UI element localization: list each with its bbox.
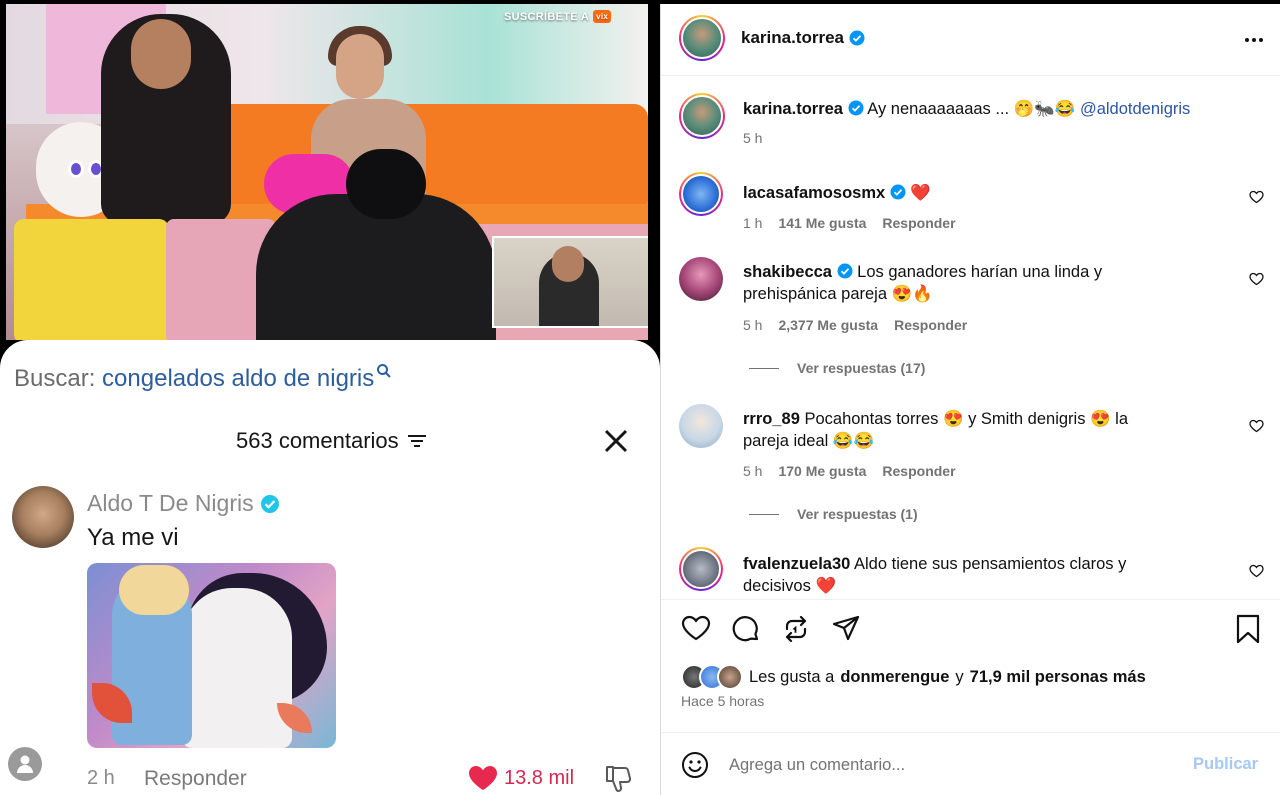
comment-text: Ya me vi [87, 524, 179, 551]
comments-list: karina.torrea Ay nenaaaaaaas ... 🤭🐜😂 @al… [661, 76, 1280, 599]
comment-author[interactable]: shakibecca [743, 263, 832, 281]
likes-summary: Les gusta a donmerengue y 71,9 mil perso… [681, 664, 1146, 690]
avatar[interactable] [679, 93, 725, 139]
comment-time: 1 h [743, 215, 763, 231]
comment-likes[interactable]: 141 Me gusta [778, 215, 866, 231]
comment-author[interactable]: rrro_89 [743, 410, 800, 428]
like-heart-icon[interactable] [681, 614, 711, 642]
heart-icon[interactable] [1249, 272, 1264, 286]
caption-text: Ay nenaaaaaaas ... 🤭🐜😂 [867, 100, 1076, 118]
share-send-icon[interactable] [831, 614, 861, 644]
likes-count[interactable]: 71,9 mil personas más [970, 668, 1146, 687]
more-options-icon[interactable] [1245, 38, 1263, 42]
bookmark-icon[interactable] [1235, 614, 1261, 644]
view-replies-button[interactable]: Ver respuestas (17) [749, 360, 925, 376]
comment-time: 5 h [743, 317, 763, 333]
mention-link[interactable]: @aldotdenigris [1080, 100, 1190, 118]
post-header: karina.torrea [661, 4, 1280, 76]
verified-icon [890, 184, 906, 200]
yellow-cushion [14, 219, 169, 340]
post-actions: Les gusta a donmerengue y 71,9 mil perso… [661, 599, 1280, 732]
avatar[interactable] [679, 257, 723, 301]
repost-icon[interactable] [781, 614, 811, 644]
post-caption: karina.torrea Ay nenaaaaaaas ... 🤭🐜😂 @al… [743, 100, 1190, 119]
liker-username[interactable]: donmerengue [840, 668, 949, 687]
post-author[interactable]: karina.torrea [741, 28, 865, 48]
comments-count-header: 563 comentarios [236, 428, 427, 454]
verified-icon [848, 100, 864, 116]
reply-button[interactable]: Responder [144, 767, 247, 791]
comment-input[interactable] [729, 751, 1169, 779]
heart-icon[interactable] [1249, 419, 1264, 433]
user-avatar[interactable] [8, 747, 42, 781]
comment-time: 2 h [87, 767, 115, 789]
caption-author[interactable]: karina.torrea [743, 100, 843, 118]
picture-in-picture-inset [492, 236, 648, 328]
comment-image-pocahontas[interactable] [87, 563, 336, 748]
post-timestamp: Hace 5 horas [681, 693, 765, 709]
avatar[interactable] [679, 547, 723, 591]
view-replies-button[interactable]: Ver respuestas (1) [749, 506, 918, 522]
avatar[interactable] [679, 404, 723, 448]
verified-icon [849, 30, 865, 46]
publish-button[interactable]: Publicar [1193, 755, 1258, 774]
avatar[interactable] [679, 15, 725, 61]
comment-text: Pocahontas torres 😍 y Smith denigris 😍 l… [743, 410, 1129, 450]
comment-time: 5 h [743, 463, 763, 479]
heart-icon[interactable] [1249, 564, 1264, 578]
instagram-post-panel: karina.torrea karina.torrea Ay nenaaaaaa… [660, 4, 1280, 795]
dislike-icon[interactable] [603, 763, 633, 793]
comment-author[interactable]: lacasafamososmx [743, 184, 885, 202]
search-icon [377, 364, 391, 378]
reply-button[interactable]: Responder [882, 215, 955, 231]
tv-show-video-frame: SUSCRÍBETE A vix [6, 4, 648, 340]
search-suggestion[interactable]: Buscar: congelados aldo de nigris [14, 364, 392, 393]
comment-likes[interactable]: 170 Me gusta [778, 463, 866, 479]
close-icon[interactable] [603, 428, 629, 454]
comment-composer: Publicar [661, 732, 1280, 795]
comments-sheet: Buscar: congelados aldo de nigris 563 co… [0, 340, 660, 795]
screen: SUSCRÍBETE A vix Buscar: congelados aldo… [0, 0, 1280, 795]
reply-button[interactable]: Responder [882, 463, 955, 479]
comment-likes[interactable]: 2,377 Me gusta [778, 317, 878, 333]
heart-icon[interactable] [1249, 190, 1264, 204]
comment-author[interactable]: Aldo T De Nigris [87, 490, 280, 517]
heart-filled-icon [469, 766, 497, 790]
tiktok-screenshot: SUSCRÍBETE A vix Buscar: congelados aldo… [0, 0, 660, 795]
comment-text: ❤️ [910, 184, 931, 202]
sort-icon[interactable] [407, 433, 427, 449]
person-face [131, 19, 191, 89]
liker-avatars[interactable] [681, 664, 743, 690]
comment-actions-row: 2 h Responder 13.8 mil [0, 745, 660, 795]
verified-icon [260, 494, 279, 513]
comment-author[interactable]: fvalenzuela30 [743, 555, 850, 573]
verified-icon [837, 263, 853, 279]
emoji-icon[interactable] [681, 751, 709, 779]
avatar[interactable] [679, 172, 723, 216]
subscribe-watermark: SUSCRÍBETE A vix [504, 10, 612, 23]
comment-bubble-icon[interactable] [731, 614, 761, 644]
reply-button[interactable]: Responder [894, 317, 967, 333]
avatar[interactable] [12, 486, 74, 548]
like-button[interactable]: 13.8 mil [468, 765, 574, 791]
vix-logo: vix [593, 10, 612, 23]
person-icon [17, 755, 33, 773]
caption-time: 5 h [743, 130, 763, 146]
